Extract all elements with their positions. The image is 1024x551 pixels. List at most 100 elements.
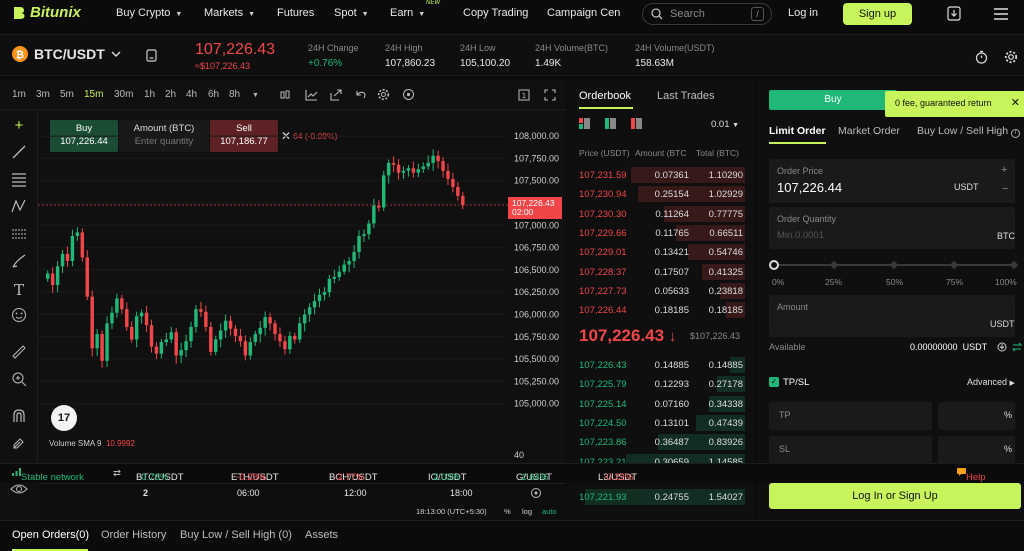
tpsl-checkbox[interactable]: ✓ — [769, 377, 779, 387]
candle-body[interactable] — [105, 323, 109, 361]
timeframe-1h[interactable]: 1h — [144, 89, 155, 100]
more-timeframes-icon[interactable]: ▼ — [252, 92, 259, 99]
sl-percent-field[interactable]: % — [938, 436, 1015, 464]
ask-row[interactable]: 107,227.73 0.05633 0.23818 — [567, 282, 755, 300]
candle-body[interactable] — [248, 342, 253, 356]
ask-row[interactable]: 107,229.66 0.11765 0.66511 — [567, 224, 755, 242]
transfer-icon[interactable] — [997, 342, 1007, 352]
candle-body[interactable] — [332, 277, 337, 279]
crosshair-icon[interactable]: + — [9, 116, 29, 136]
candle-body[interactable] — [115, 298, 119, 313]
tab-assets[interactable]: Assets — [305, 529, 338, 541]
candle-body[interactable] — [298, 323, 302, 340]
slider-mark[interactable] — [1009, 260, 1019, 270]
candle-body[interactable] — [139, 312, 144, 317]
candle-body[interactable] — [179, 350, 183, 356]
candle-body[interactable] — [100, 334, 104, 361]
candle-body[interactable] — [278, 334, 282, 342]
candle-body[interactable] — [283, 341, 287, 350]
timeframe-1m[interactable]: 1m — [12, 89, 26, 100]
candle-body[interactable] — [322, 292, 327, 295]
bid-row[interactable]: 107,223.86 0.36487 0.83926 — [567, 433, 755, 451]
bid-row[interactable]: 107,225.79 0.12293 0.27178 — [567, 375, 755, 393]
candle-body[interactable] — [144, 312, 149, 326]
magnet-icon[interactable] — [9, 408, 29, 428]
signup-button[interactable]: Sign up — [843, 3, 912, 25]
amount-field[interactable]: Amount USDT — [769, 295, 1015, 337]
candle-body[interactable] — [416, 169, 421, 173]
timeframe-15m[interactable]: 15m — [84, 89, 103, 100]
candle-body[interactable] — [194, 309, 198, 327]
buy-side-tab[interactable]: Buy — [769, 90, 897, 110]
pair-info-icon[interactable] — [146, 49, 157, 65]
candle-body[interactable] — [169, 332, 173, 340]
market-ticker-io[interactable]: IO/USDT 2.03% — [428, 468, 467, 483]
candle-body[interactable] — [50, 273, 55, 286]
tab-open-orders[interactable]: Open Orders(0) — [12, 529, 89, 541]
candle-body[interactable] — [337, 271, 341, 278]
market-ticker-btc[interactable]: BTC/USDT 0.76% — [136, 468, 184, 483]
slider-mark[interactable] — [949, 260, 959, 270]
candle-body[interactable] — [60, 253, 65, 267]
candle-body[interactable] — [154, 346, 159, 354]
ruler-icon[interactable] — [9, 344, 29, 364]
timeframe-5m[interactable]: 5m — [60, 89, 74, 100]
percent-scale-toggle[interactable]: % — [504, 507, 511, 516]
tab-last-trades[interactable]: Last Trades — [657, 90, 714, 102]
nav-campaign-center[interactable]: Campaign Cen — [547, 7, 633, 19]
trendline-icon[interactable] — [9, 144, 29, 164]
horizontal-lines-icon[interactable] — [9, 171, 29, 191]
candle-body[interactable] — [174, 332, 178, 356]
tp-field[interactable]: TP — [769, 402, 932, 430]
slider-mark[interactable] — [889, 260, 899, 270]
candle-body[interactable] — [451, 178, 455, 187]
fib-tool-icon[interactable] — [9, 226, 29, 246]
bid-row[interactable]: 107,226.43 0.14885 0.14885 — [567, 356, 755, 374]
login-link[interactable]: Log in — [788, 7, 818, 19]
help-link[interactable]: Help — [957, 468, 986, 483]
candle-body[interactable] — [189, 326, 193, 342]
emoji-icon[interactable] — [9, 307, 29, 327]
market-ticker-bch[interactable]: BCH/USDT -2.77% — [329, 468, 378, 483]
sl-field[interactable]: SL — [769, 436, 932, 464]
swap-icon[interactable] — [1012, 342, 1022, 352]
show-hide-icon[interactable] — [10, 482, 28, 499]
candle-body[interactable] — [218, 330, 223, 340]
lock-drawings-icon[interactable] — [9, 435, 29, 455]
market-ticker-l3[interactable]: L3/USDT -0.22% — [598, 468, 637, 483]
candle-body[interactable] — [411, 168, 416, 173]
bid-row[interactable]: 107,221.93 0.24755 1.54027 — [567, 488, 755, 506]
timeframe-8h[interactable]: 8h — [229, 89, 240, 100]
candle-body[interactable] — [95, 334, 99, 349]
tp-percent-field[interactable]: % — [938, 402, 1015, 430]
candle-body[interactable] — [253, 334, 257, 343]
orderbook-asks-view-icon[interactable] — [631, 118, 642, 129]
nav-copy-trading[interactable]: Copy Trading — [463, 7, 528, 19]
candle-body[interactable] — [214, 339, 218, 352]
candle-body[interactable] — [446, 170, 450, 179]
tab-limit-order[interactable]: Limit Order — [769, 125, 826, 137]
logo[interactable]: Bitunix — [12, 4, 81, 21]
candle-body[interactable] — [55, 266, 60, 286]
tab-buy-low-sell-high[interactable]: Buy Low / Sell High (0) — [180, 529, 292, 541]
candle-body[interactable] — [228, 320, 233, 329]
ask-row[interactable]: 107,228.37 0.17507 0.41325 — [567, 263, 755, 281]
ask-row[interactable]: 107,226.44 0.18185 0.18185 — [567, 301, 755, 319]
stopwatch-icon[interactable] — [975, 50, 988, 67]
candle-body[interactable] — [362, 234, 366, 236]
candle-body[interactable] — [273, 323, 277, 335]
candle-body[interactable] — [421, 166, 425, 170]
candle-body[interactable] — [159, 342, 164, 354]
settings-icon[interactable] — [1004, 50, 1018, 67]
candle-body[interactable] — [134, 316, 139, 340]
candle-body[interactable] — [377, 205, 381, 208]
decrement-icon[interactable]: − — [1002, 183, 1008, 195]
candle-body[interactable] — [372, 205, 376, 224]
candle-body[interactable] — [386, 162, 391, 176]
timeframe-30m[interactable]: 30m — [114, 89, 133, 100]
amount-slider-handle[interactable] — [769, 260, 779, 270]
nav-markets[interactable]: Markets ▼ — [204, 7, 255, 19]
tab-buy-low-sell-high[interactable]: Buy Low / Sell High i — [917, 125, 1020, 138]
candle-body[interactable] — [238, 335, 243, 342]
candle-body[interactable] — [431, 155, 435, 163]
